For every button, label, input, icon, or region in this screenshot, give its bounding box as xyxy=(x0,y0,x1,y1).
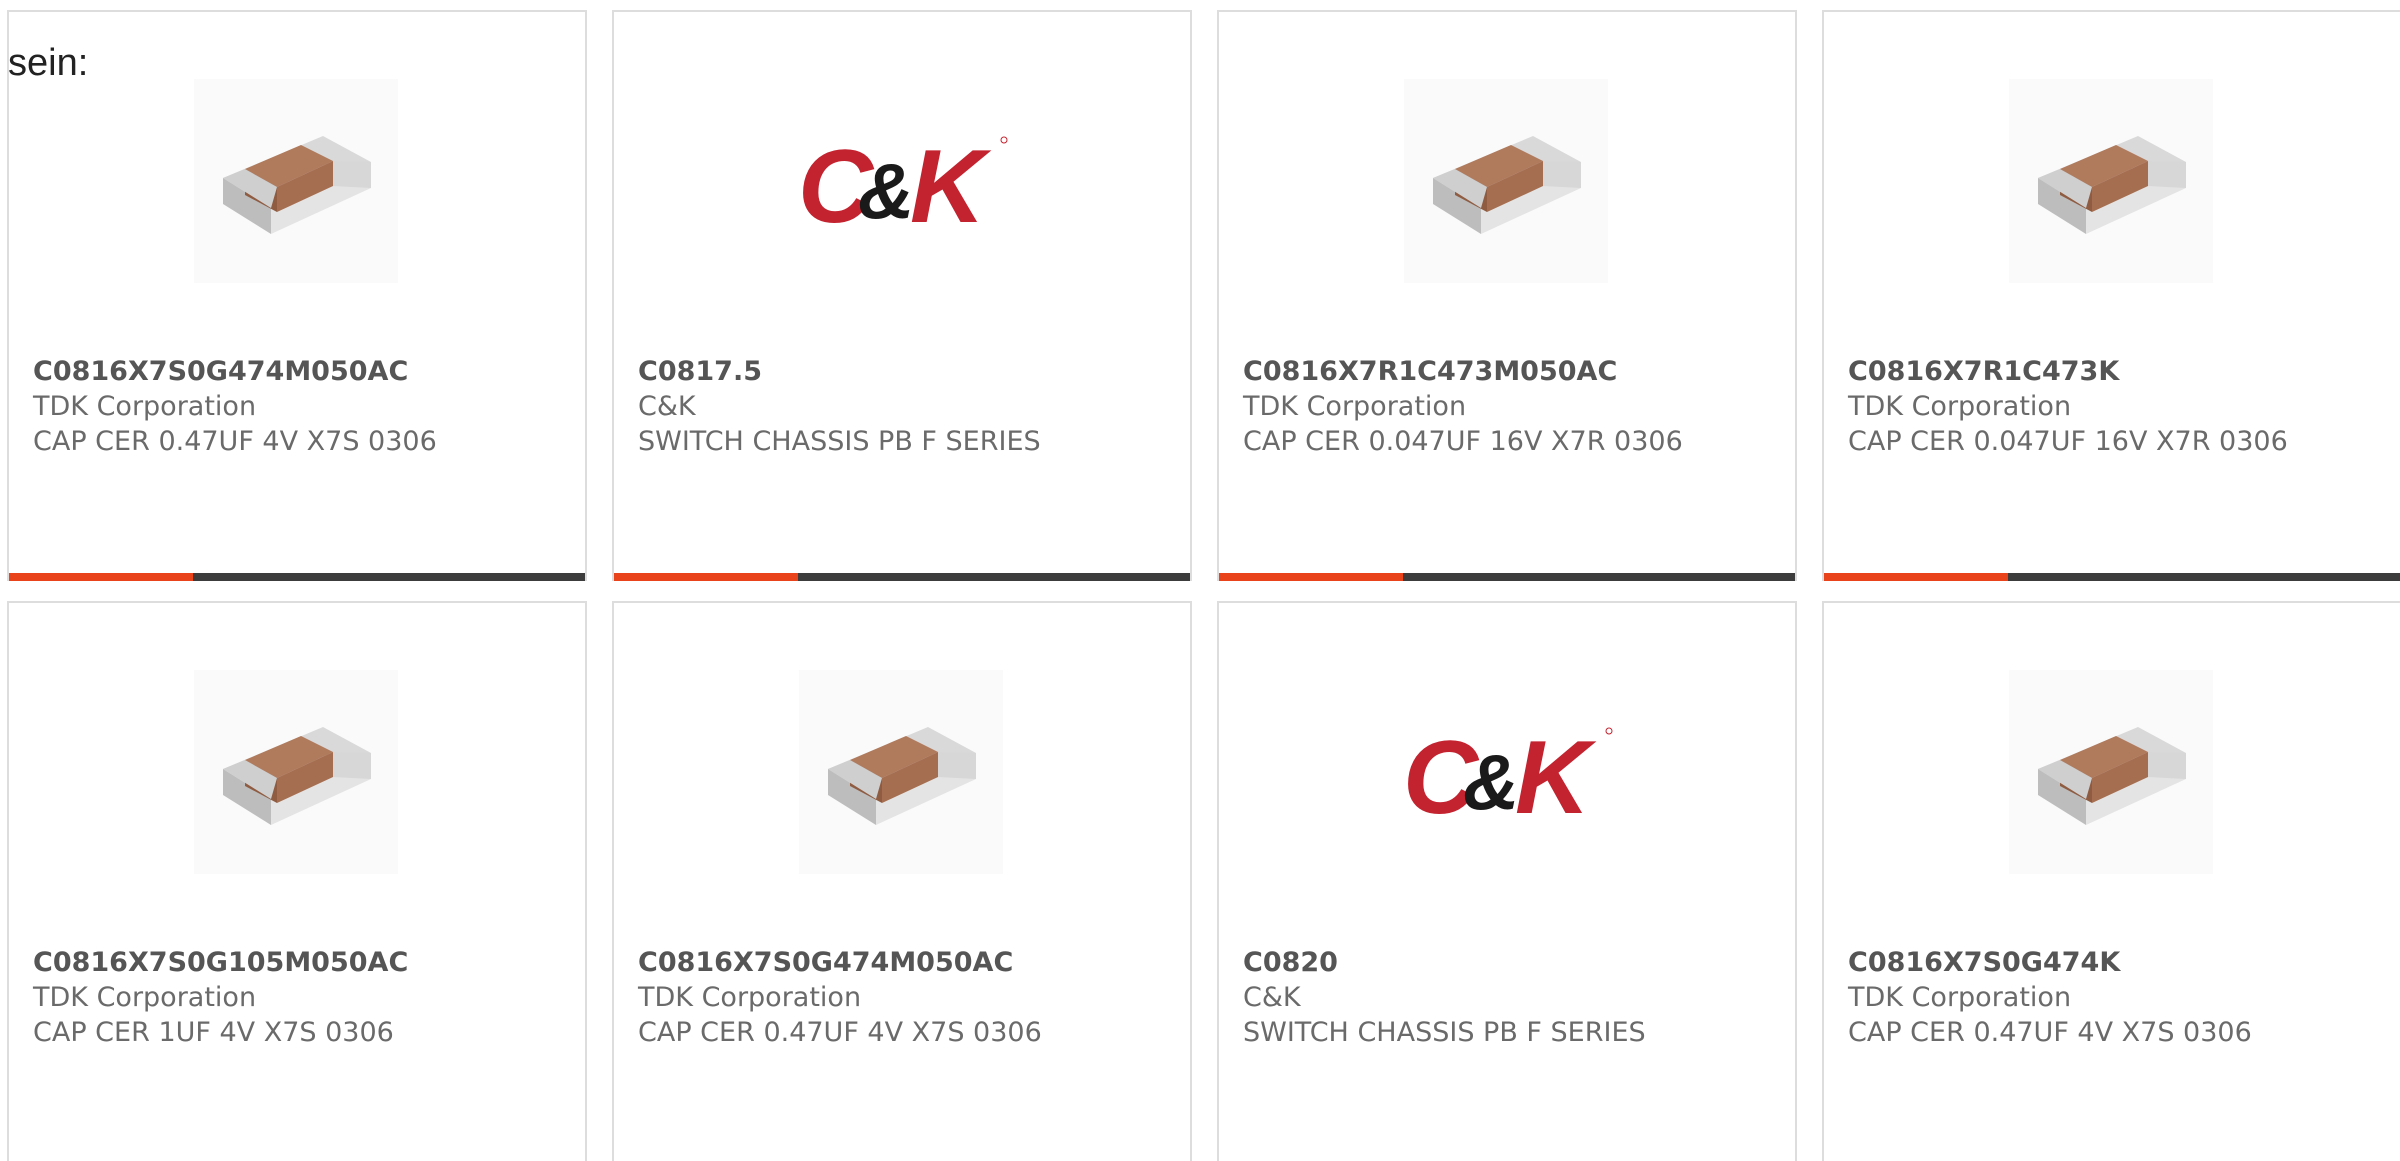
description: SWITCH CHASSIS PB F SERIES xyxy=(638,426,1041,457)
capacitor-chip-image xyxy=(2009,79,2213,283)
part-number[interactable]: C0820 xyxy=(1243,945,1783,980)
product-info: C0816X7S0G474M050AC TDK Corporation CAP … xyxy=(33,354,573,459)
svg-text:&: & xyxy=(1463,738,1519,826)
description: CAP CER 0.47UF 4V X7S 0306 xyxy=(1848,1017,2252,1048)
part-number[interactable]: C0816X7R1C473K xyxy=(1848,354,2388,389)
ck-logo-image: C & K xyxy=(1379,670,1639,874)
product-info: C0816X7R1C473K TDK Corporation CAP CER 0… xyxy=(1848,354,2388,459)
description: CAP CER 0.47UF 4V X7S 0306 xyxy=(638,1017,1042,1048)
product-info: C0816X7S0G474M050AC TDK Corporation CAP … xyxy=(638,945,1178,1050)
capacitor-chip-image xyxy=(194,670,398,874)
progress-fill xyxy=(614,573,799,581)
capacitor-chip-icon xyxy=(2038,136,2186,234)
product-card[interactable]: C0816X7S0G474M050AC TDK Corporation CAP … xyxy=(7,10,587,581)
manufacturer: TDK Corporation xyxy=(33,391,257,422)
manufacturer: TDK Corporation xyxy=(1848,391,2072,422)
progress-bar xyxy=(1824,573,2400,581)
description: CAP CER 1UF 4V X7S 0306 xyxy=(33,1017,394,1048)
manufacturer: C&K xyxy=(1243,982,1301,1013)
capacitor-chip-icon xyxy=(828,727,976,825)
ck-logo-icon: C & K xyxy=(1403,720,1613,827)
capacitor-chip-icon xyxy=(223,727,371,825)
capacitor-chip-image xyxy=(2009,670,2213,874)
progress-fill xyxy=(1824,573,2009,581)
part-number[interactable]: C0816X7R1C473M050AC xyxy=(1243,354,1783,389)
capacitor-chip-icon xyxy=(1433,136,1581,234)
part-number[interactable]: C0816X7S0G474K xyxy=(1848,945,2388,980)
svg-text:&: & xyxy=(858,147,914,235)
product-card[interactable]: C0816X7R1C473K TDK Corporation CAP CER 0… xyxy=(1822,10,2400,581)
capacitor-chip-icon xyxy=(223,136,371,234)
manufacturer: TDK Corporation xyxy=(33,982,257,1013)
product-info: C0820 C&K SWITCH CHASSIS PB F SERIES xyxy=(1243,945,1783,1050)
description: CAP CER 0.047UF 16V X7R 0306 xyxy=(1848,426,2288,457)
product-info: C0817.5 C&K SWITCH CHASSIS PB F SERIES xyxy=(638,354,1178,459)
capacitor-chip-image xyxy=(1404,79,1608,283)
product-grid: C0816X7S0G474M050AC TDK Corporation CAP … xyxy=(7,10,2400,1161)
manufacturer: C&K xyxy=(638,391,696,422)
progress-bar xyxy=(9,573,585,581)
product-card[interactable]: C0816X7S0G474K TDK Corporation CAP CER 0… xyxy=(1822,601,2400,1161)
svg-text:K: K xyxy=(1515,720,1597,827)
product-card[interactable]: C0816X7S0G474M050AC TDK Corporation CAP … xyxy=(612,601,1192,1161)
product-info: C0816X7R1C473M050AC TDK Corporation CAP … xyxy=(1243,354,1783,459)
product-card[interactable]: C0816X7S0G105M050AC TDK Corporation CAP … xyxy=(7,601,587,1161)
capacitor-chip-image xyxy=(194,79,398,283)
capacitor-chip-image xyxy=(799,670,1003,874)
progress-bar xyxy=(614,573,1190,581)
ck-logo-image: C & K xyxy=(774,79,1034,283)
description: SWITCH CHASSIS PB F SERIES xyxy=(1243,1017,1646,1048)
progress-fill xyxy=(1219,573,1404,581)
intro-text: sein: xyxy=(8,42,89,84)
product-card[interactable]: C & K C0820 C&K SWITCH CHASSIS PB F SERI… xyxy=(1217,601,1797,1161)
progress-bar xyxy=(1219,573,1795,581)
progress-fill xyxy=(9,573,194,581)
product-card[interactable]: C0816X7R1C473M050AC TDK Corporation CAP … xyxy=(1217,10,1797,581)
part-number[interactable]: C0816X7S0G474M050AC xyxy=(33,354,573,389)
manufacturer: TDK Corporation xyxy=(1243,391,1467,422)
description: CAP CER 0.047UF 16V X7R 0306 xyxy=(1243,426,1683,457)
part-number[interactable]: C0816X7S0G474M050AC xyxy=(638,945,1178,980)
product-page: sein: C0816X7S0G474M050AC TDK Corporatio… xyxy=(0,0,2400,1161)
description: CAP CER 0.47UF 4V X7S 0306 xyxy=(33,426,437,457)
product-card[interactable]: C & K C0817.5 C&K SWITCH CHASSIS PB F SE… xyxy=(612,10,1192,581)
capacitor-chip-icon xyxy=(2038,727,2186,825)
product-info: C0816X7S0G474K TDK Corporation CAP CER 0… xyxy=(1848,945,2388,1050)
ck-logo-icon: C & K xyxy=(798,129,1008,236)
svg-text:K: K xyxy=(910,129,992,236)
part-number[interactable]: C0817.5 xyxy=(638,354,1178,389)
manufacturer: TDK Corporation xyxy=(638,982,862,1013)
part-number[interactable]: C0816X7S0G105M050AC xyxy=(33,945,573,980)
product-info: C0816X7S0G105M050AC TDK Corporation CAP … xyxy=(33,945,573,1050)
manufacturer: TDK Corporation xyxy=(1848,982,2072,1013)
